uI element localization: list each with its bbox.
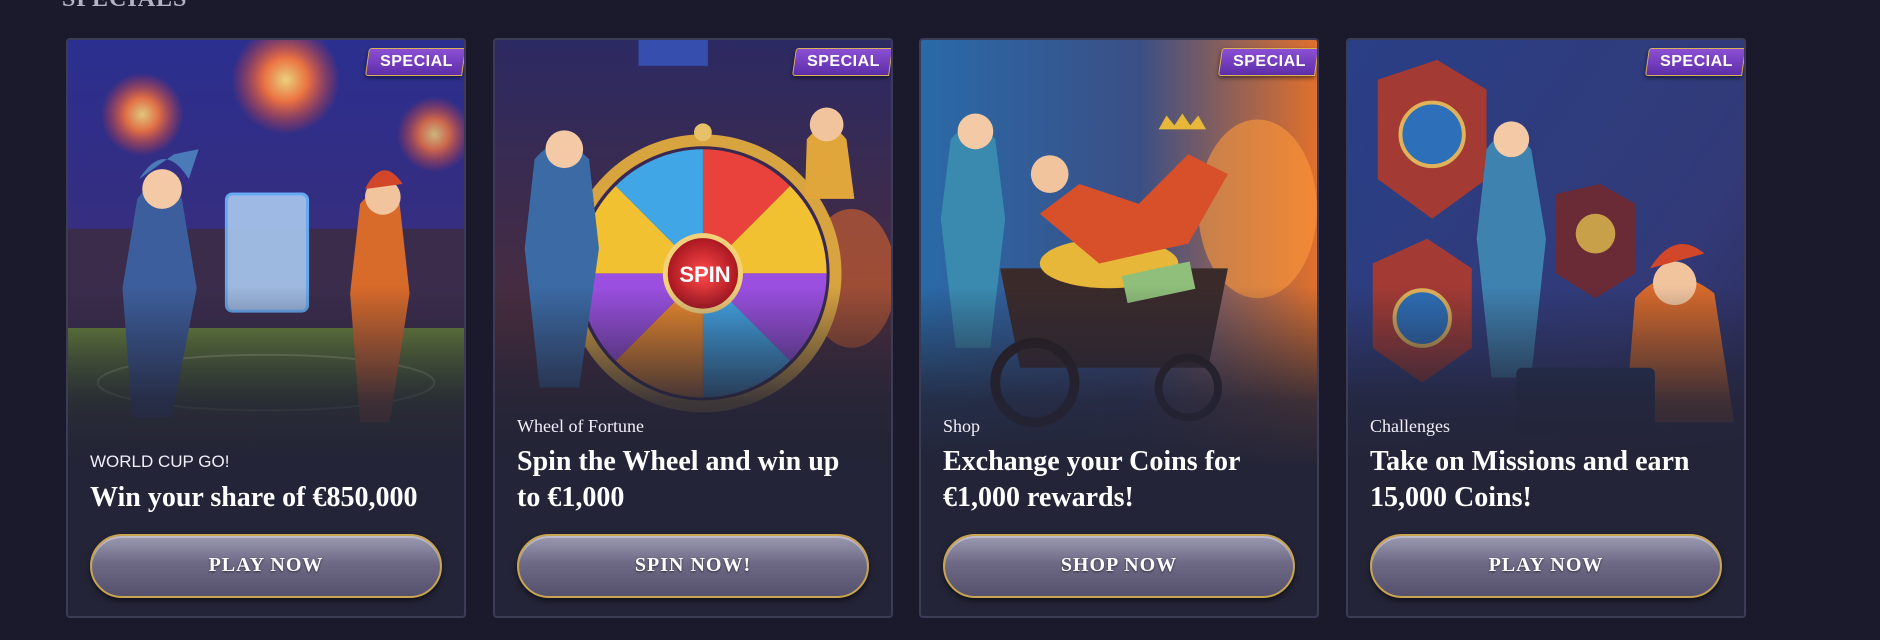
special-badge: SPECIAL xyxy=(1218,48,1317,76)
special-badge: SPECIAL xyxy=(365,48,464,76)
card-eyebrow: Challenges xyxy=(1370,416,1450,436)
section-title: SPECIALS xyxy=(62,0,187,13)
card-headline: Exchange your Coins for €1,000 rewards! xyxy=(943,446,1240,513)
card-eyebrow: Shop xyxy=(943,416,981,436)
spin-now-button[interactable]: SPIN NOW! xyxy=(517,534,869,598)
card-headline: Win your share of €850,000 xyxy=(90,482,418,513)
promo-card-shop[interactable]: SPECIAL Shop Exchange your Coins for €1,… xyxy=(919,38,1319,618)
spin-hub-label: SPIN xyxy=(679,262,731,287)
promo-card-challenges[interactable]: SPECIAL Challenges Take on Missions and … xyxy=(1346,38,1746,618)
play-now-button[interactable]: PLAY NOW xyxy=(1370,534,1722,598)
specials-page: SPECIALS xyxy=(0,0,1880,640)
special-badge: SPECIAL xyxy=(792,48,891,76)
card-eyebrow: Wheel of Fortune xyxy=(517,416,644,436)
shop-now-button[interactable]: SHOP NOW xyxy=(943,534,1295,598)
special-badge: SPECIAL xyxy=(1645,48,1744,76)
promo-card-wheel-of-fortune[interactable]: SPIN SPECIAL Wheel of Fortune Spin the W… xyxy=(493,38,893,618)
card-headline: Spin the Wheel and win up to €1,000 xyxy=(517,446,840,513)
play-now-button[interactable]: PLAY NOW xyxy=(90,534,442,598)
promo-card-world-cup[interactable]: SPECIAL WORLD CUP GO! Win your share of … xyxy=(66,38,466,618)
card-eyebrow: WORLD CUP GO! xyxy=(90,452,230,471)
card-headline: Take on Missions and earn 15,000 Coins! xyxy=(1370,446,1690,513)
